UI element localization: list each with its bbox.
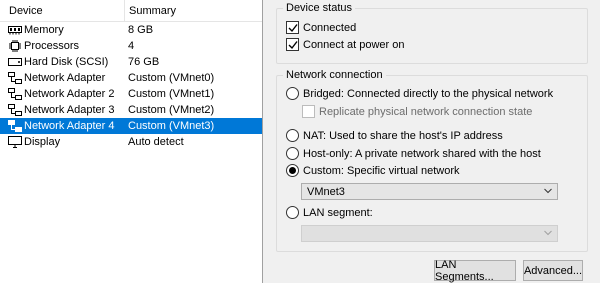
- device-name-cell: Processors: [0, 40, 124, 52]
- device-name-cell: Network Adapter 2: [0, 88, 124, 100]
- device-name: Processors: [24, 40, 80, 52]
- connected-checkbox[interactable]: [286, 21, 299, 34]
- replicate-option: Replicate physical network connection st…: [302, 105, 532, 118]
- device-status-legend: Device status: [283, 2, 356, 14]
- device-row-network-adapter-2[interactable]: Network Adapter 2 Custom (VMnet1): [0, 86, 262, 102]
- checkmark-icon: [288, 23, 298, 32]
- chevron-down-icon: [544, 230, 552, 236]
- device-name-cell: Network Adapter: [0, 72, 124, 84]
- connect-at-power-on-option[interactable]: Connect at power on: [286, 38, 405, 51]
- device-summary: Custom (VMnet0): [128, 72, 215, 84]
- device-summary: Custom (VMnet2): [128, 104, 215, 116]
- lan-segment-select: [301, 225, 558, 242]
- network-adapter-icon: [8, 88, 22, 100]
- device-list-header: Device Summary: [0, 0, 262, 22]
- radio-selected-dot: [289, 167, 296, 174]
- device-summary: 76 GB: [128, 56, 160, 68]
- network-adapter-icon: [8, 72, 22, 84]
- connect-at-power-on-checkbox[interactable]: [286, 38, 299, 51]
- host-only-option[interactable]: Host-only: A private network shared with…: [286, 147, 541, 160]
- nat-radio[interactable]: [286, 129, 299, 142]
- device-row-network-adapter[interactable]: Network Adapter Custom (VMnet0): [0, 70, 262, 86]
- replicate-checkbox: [302, 105, 315, 118]
- device-name: Network Adapter 2: [24, 88, 115, 100]
- lan-segment-radio[interactable]: [286, 206, 299, 219]
- device-name: Memory: [24, 24, 64, 36]
- device-rows: Memory 8 GB Processors 4 Hard Disk (SCSI) 76 …: [0, 22, 262, 150]
- custom-label: Custom: Specific virtual network: [303, 164, 460, 177]
- display-icon: [8, 136, 22, 148]
- chevron-down-icon: [544, 188, 552, 194]
- device-row-network-adapter-4[interactable]: Network Adapter 4 Custom (VMnet3): [0, 118, 262, 134]
- nat-label: NAT: Used to share the host's IP address: [303, 129, 503, 142]
- device-name: Network Adapter: [24, 72, 106, 84]
- replicate-label: Replicate physical network connection st…: [319, 105, 533, 118]
- connected-label: Connected: [303, 21, 357, 34]
- network-connection-group: Network connection Bridged: Connected di…: [276, 69, 588, 252]
- device-name: Network Adapter 4: [24, 120, 115, 132]
- custom-radio[interactable]: [286, 164, 299, 177]
- column-header-device[interactable]: Device: [0, 5, 124, 17]
- device-summary: Custom (VMnet3): [128, 120, 215, 132]
- device-name-cell: Hard Disk (SCSI): [0, 56, 124, 68]
- device-row-network-adapter-3[interactable]: Network Adapter 3 Custom (VMnet2): [0, 102, 262, 118]
- bridged-label: Bridged: Connected directly to the physi…: [303, 87, 554, 100]
- device-name: Display: [24, 136, 61, 148]
- custom-option[interactable]: Custom: Specific virtual network: [286, 164, 460, 177]
- device-summary: 4: [128, 40, 135, 52]
- checkmark-icon: [288, 40, 298, 49]
- custom-network-select[interactable]: VMnet3: [301, 183, 558, 200]
- custom-network-select-value: VMnet3: [307, 185, 345, 198]
- bridged-radio[interactable]: [286, 87, 299, 100]
- connect-at-power-on-label: Connect at power on: [303, 38, 405, 51]
- device-summary: Auto detect: [128, 136, 184, 148]
- network-connection-legend: Network connection: [283, 69, 386, 81]
- network-adapter-icon: [8, 104, 22, 116]
- processor-icon: [8, 40, 22, 52]
- lan-segment-option[interactable]: LAN segment:: [286, 206, 373, 219]
- device-name-cell: Network Adapter 4: [0, 120, 124, 132]
- lan-segments-button[interactable]: LAN Segments...: [434, 259, 516, 283]
- device-row-display[interactable]: Display Auto detect: [0, 134, 262, 150]
- lan-segment-label: LAN segment:: [303, 206, 373, 219]
- connected-option[interactable]: Connected: [286, 21, 356, 34]
- network-adapter-icon: [8, 120, 22, 132]
- memory-icon: [8, 24, 22, 36]
- device-summary: 8 GB: [128, 24, 154, 36]
- host-only-radio[interactable]: [286, 147, 299, 160]
- column-header-summary[interactable]: Summary: [124, 0, 176, 21]
- nat-option[interactable]: NAT: Used to share the host's IP address: [286, 129, 503, 142]
- device-status-group: Device status Connected Connect at power…: [276, 2, 588, 64]
- hard-disk-icon: [8, 56, 22, 68]
- device-list: Device Summary Memory 8 GB Processors 4 Hard…: [0, 0, 263, 283]
- device-name: Hard Disk (SCSI): [24, 56, 109, 68]
- device-row-processors[interactable]: Processors 4: [0, 38, 262, 54]
- device-name: Network Adapter 3: [24, 104, 115, 116]
- device-row-memory[interactable]: Memory 8 GB: [0, 22, 262, 38]
- device-row-hard-disk-scsi[interactable]: Hard Disk (SCSI) 76 GB: [0, 54, 262, 70]
- device-name-cell: Memory: [0, 24, 124, 36]
- host-only-label: Host-only: A private network shared with…: [303, 147, 541, 160]
- bridged-option[interactable]: Bridged: Connected directly to the physi…: [286, 87, 553, 100]
- device-name-cell: Display: [0, 136, 124, 148]
- device-name-cell: Network Adapter 3: [0, 104, 124, 116]
- advanced-button[interactable]: Advanced...: [523, 260, 583, 281]
- device-summary: Custom (VMnet1): [128, 88, 215, 100]
